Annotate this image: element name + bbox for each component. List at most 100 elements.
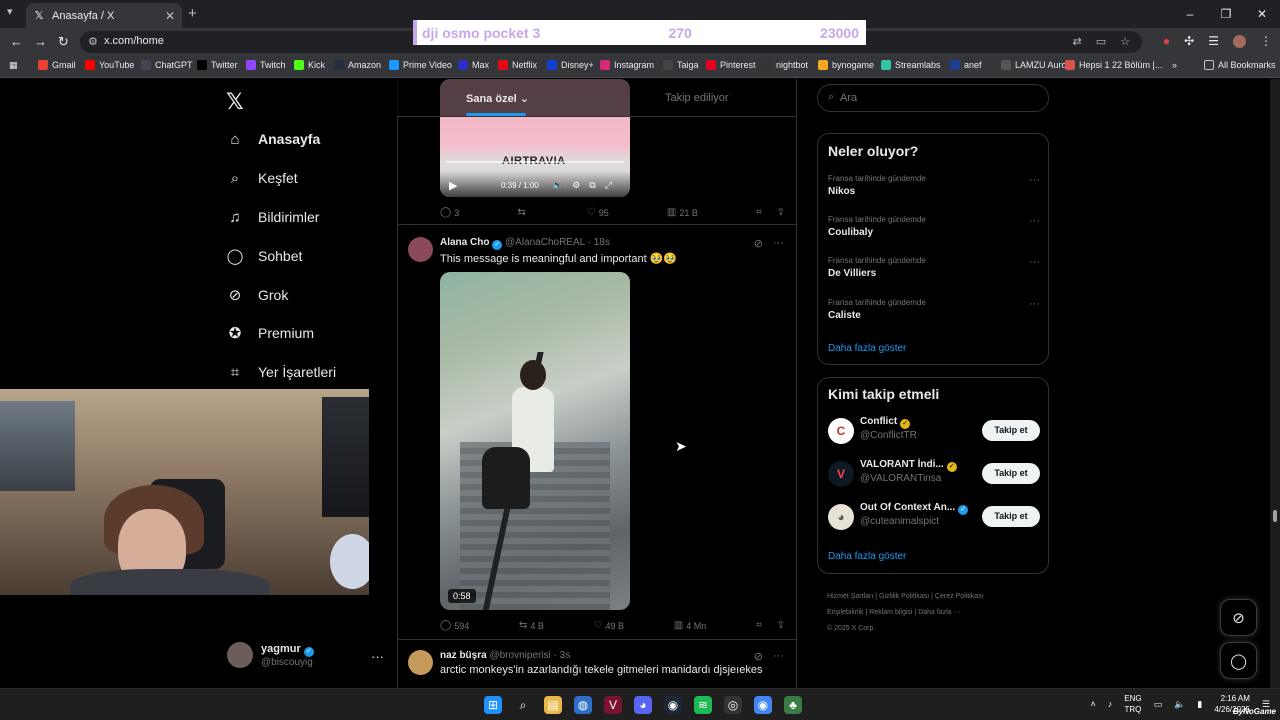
sidebar-item-bookmark[interactable]: ⌗ Yer İşaretleri: [226, 363, 336, 381]
bookmark-button[interactable]: ⌗ ⇪: [756, 207, 785, 218]
tab-following[interactable]: Takip ediliyor: [665, 92, 729, 104]
bookmark-18[interactable]: anef: [950, 60, 982, 70]
footer-link[interactable]: Gizlilik Politikası: [879, 593, 929, 600]
follow-suggestion[interactable]: C Conflict ✓ @ConflictTR Takip et: [828, 416, 1040, 446]
pip-icon[interactable]: ⧉: [589, 180, 595, 191]
play-icon[interactable]: ▶: [449, 179, 457, 192]
more-options-icon[interactable]: ···: [1029, 298, 1040, 310]
media-icon[interactable]: ☰: [1208, 34, 1219, 48]
x-logo-icon[interactable]: 𝕏: [226, 89, 244, 115]
author-name[interactable]: naz büşra: [440, 650, 487, 661]
like-button[interactable]: ♡ 49 B: [594, 620, 624, 631]
scrollbar-thumb[interactable]: [1273, 510, 1277, 522]
bookmark-6[interactable]: Kick: [294, 60, 325, 70]
author-handle[interactable]: @AlanaChoREAL: [505, 237, 585, 248]
extensions-puzzle-icon[interactable]: ✣: [1184, 34, 1194, 48]
bookmark-17[interactable]: Streamlabs: [881, 60, 941, 70]
menu-icon[interactable]: ⋮: [1260, 34, 1272, 48]
grok-icon[interactable]: ⊘: [754, 650, 763, 663]
reply-button[interactable]: ◯ 594: [440, 620, 469, 631]
chrome-icon[interactable]: ◉: [754, 696, 772, 714]
trend-item[interactable]: Fransa tarihinde gündemde Nikos ···: [828, 174, 1040, 197]
bookmark-7[interactable]: Amazon: [334, 60, 381, 70]
reload-icon[interactable]: ↻: [58, 34, 69, 50]
more-bookmarks-icon[interactable]: »: [1172, 60, 1177, 70]
video-progress-bar[interactable]: [446, 161, 624, 163]
translate-icon[interactable]: ⇄: [1073, 35, 1082, 48]
repost-button[interactable]: ⇆ 4 B: [519, 620, 544, 631]
search-input[interactable]: Ara: [840, 92, 857, 104]
more-options-icon[interactable]: ···: [1029, 174, 1040, 186]
file-explorer-icon[interactable]: ▤: [544, 696, 562, 714]
close-window-icon[interactable]: ✕: [1244, 0, 1280, 28]
footer-link[interactable]: Erişilebilirlik: [827, 609, 864, 616]
avatar[interactable]: ◕: [828, 504, 854, 530]
profile-avatar[interactable]: [1233, 34, 1246, 48]
footer-link[interactable]: Reklam bilgisi: [869, 609, 912, 616]
account-switcher[interactable]: yagmur ✓ @biscouyig: [227, 642, 314, 668]
avatar[interactable]: C: [828, 418, 854, 444]
follow-suggestion[interactable]: V VALORANT İndi... ✓ @VALORANTinsa Takip et: [828, 459, 1040, 489]
browser-tab[interactable]: 𝕏 Anasayfa / X ✕: [26, 3, 182, 28]
mic-icon[interactable]: ♪: [1108, 699, 1113, 709]
apps-icon[interactable]: ▦: [9, 60, 18, 71]
obs-icon[interactable]: ◎: [724, 696, 742, 714]
bookmark-2[interactable]: YouTube: [85, 60, 134, 70]
search-box[interactable]: ⌕ Ara: [817, 84, 1049, 112]
forward-icon[interactable]: →: [34, 34, 47, 49]
tweet-video[interactable]: 0:58: [440, 272, 630, 610]
minimize-icon[interactable]: –: [1172, 0, 1208, 28]
sidebar-item-grok[interactable]: ⊘ Grok: [226, 286, 289, 304]
author-name[interactable]: Alana Cho: [440, 237, 489, 248]
battery-icon[interactable]: ▮: [1197, 699, 1202, 710]
avatar[interactable]: [408, 650, 433, 675]
edge-icon[interactable]: ◍: [574, 696, 592, 714]
spotify-icon[interactable]: ≋: [694, 696, 712, 714]
more-options-icon[interactable]: ···: [1029, 256, 1040, 268]
bookmark-16[interactable]: bynogame: [818, 60, 874, 70]
repost-button[interactable]: ⇆: [517, 207, 528, 218]
grok-icon[interactable]: ⊘: [754, 237, 763, 250]
bookmark-8[interactable]: Prime Video: [389, 60, 452, 70]
more-options-icon[interactable]: ···: [773, 237, 784, 250]
bookmark-19[interactable]: LAMZU Aurora: [1001, 60, 1075, 70]
messages-fab-icon[interactable]: ◯: [1220, 642, 1257, 679]
grok-fab-icon[interactable]: ⊘: [1220, 599, 1257, 636]
bookmark-9[interactable]: Max: [458, 60, 489, 70]
show-more-trends-link[interactable]: Daha fazla göster: [828, 343, 906, 354]
tweet[interactable]: Alana Cho ✓ @AlanaChoREAL · 18s ⊘ ··· Th…: [397, 226, 796, 640]
star-icon[interactable]: ☆: [1120, 35, 1130, 48]
discord-icon[interactable]: ◕: [634, 696, 652, 714]
close-tab-icon[interactable]: ✕: [165, 9, 175, 23]
app-icon[interactable]: ♣: [784, 696, 802, 714]
suggestion-name[interactable]: VALORANT İndi... ✓: [860, 459, 957, 472]
follow-suggestion[interactable]: ◕ Out Of Context An... ✓ @cuteanimalspict Ta…: [828, 502, 1040, 532]
volume-icon[interactable]: 🔈: [1174, 699, 1185, 710]
footer-link[interactable]: Hizmet Şartları: [827, 593, 873, 600]
reply-button[interactable]: ◯ 3: [440, 207, 459, 218]
more-options-icon[interactable]: ···: [371, 649, 384, 664]
site-info-icon[interactable]: ⚙: [88, 35, 98, 48]
tab-search-icon[interactable]: ▾: [7, 5, 13, 18]
bookmark-10[interactable]: Netflix: [498, 60, 537, 70]
bookmark-12[interactable]: Instagram: [600, 60, 654, 70]
more-options-icon[interactable]: ···: [773, 650, 784, 663]
bookmark-15[interactable]: nightbot: [762, 60, 808, 70]
page-scrollbar[interactable]: [1270, 79, 1280, 688]
tweet-time[interactable]: · 3s: [554, 650, 571, 661]
app-icon[interactable]: V: [604, 696, 622, 714]
settings-icon[interactable]: ⚙: [572, 180, 580, 191]
footer-link[interactable]: Daha fazla ···: [918, 609, 960, 616]
sidebar-item-premium[interactable]: ✪ Premium: [226, 324, 314, 342]
like-button[interactable]: ♡ 95: [587, 207, 609, 218]
sidebar-item-bell[interactable]: ♫ Bildirimler: [226, 208, 319, 226]
volume-icon[interactable]: 🔈: [552, 180, 563, 191]
back-icon[interactable]: ←: [10, 34, 23, 49]
show-more-follow-link[interactable]: Daha fazla göster: [828, 551, 906, 562]
views-button[interactable]: ▥ 21 B: [667, 207, 698, 218]
fullscreen-icon[interactable]: ⤢: [605, 180, 612, 191]
chevron-up-icon[interactable]: ˄: [1091, 699, 1096, 709]
follow-button[interactable]: Takip et: [982, 420, 1040, 441]
sidebar-item-search[interactable]: ⌕ Keşfet: [226, 169, 298, 187]
bookmark-button[interactable]: ⌗ ⇪: [756, 620, 785, 631]
